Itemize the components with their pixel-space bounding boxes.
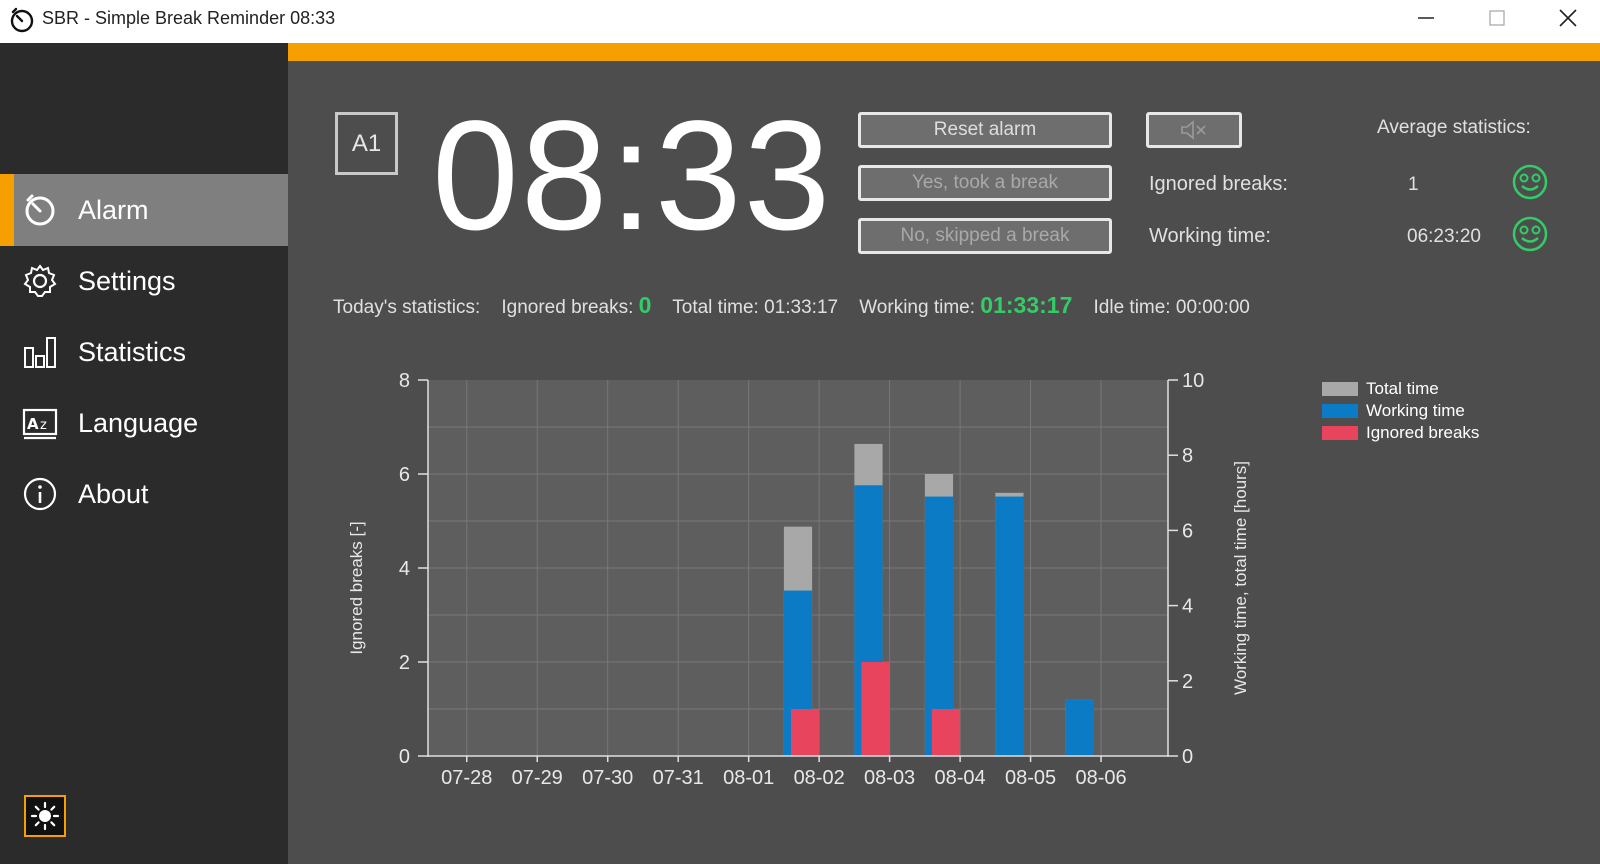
average-working-label: Working time:	[1149, 225, 1271, 247]
alarm-icon	[25, 194, 55, 226]
average-ignored-label: Ignored breaks:	[1149, 173, 1288, 195]
x-tick-label: 07-31	[653, 767, 704, 789]
x-tick-label: 07-29	[512, 767, 563, 789]
took-break-button[interactable]: Yes, took a break	[858, 165, 1112, 201]
x-tick-label: 08-01	[723, 767, 774, 789]
sidebar-item-label: About	[78, 478, 149, 509]
bar-ignored-breaks	[790, 709, 820, 756]
x-tick-label: 08-03	[864, 767, 915, 789]
legend-label: Working time	[1366, 401, 1465, 420]
alarm-badge: A1	[335, 112, 398, 175]
mute-button[interactable]	[1146, 112, 1242, 148]
sidebar-item-label: Settings	[78, 265, 176, 296]
today-total-label: Total time:	[672, 297, 759, 318]
gear-icon	[23, 264, 57, 297]
y-tick-label-left: 6	[399, 464, 410, 486]
title-bar: SBR - Simple Break Reminder 08:33	[0, 0, 1600, 43]
today-working-value: 01:33:17	[980, 292, 1073, 318]
today-label: Today's statistics:	[333, 297, 481, 318]
smiley-icon	[1512, 164, 1548, 200]
sidebar-item-language[interactable]: A z Language	[0, 387, 288, 459]
stopwatch-icon	[10, 7, 34, 33]
x-tick-label: 07-28	[441, 767, 492, 789]
legend-swatch	[1322, 426, 1358, 440]
skipped-break-button[interactable]: No, skipped a break	[858, 218, 1112, 254]
legend-swatch	[1322, 382, 1358, 396]
window-title: SBR - Simple Break Reminder 08:33	[42, 8, 336, 28]
x-tick-label: 08-05	[1005, 767, 1056, 789]
x-tick-label: 07-30	[582, 767, 633, 789]
legend-item-total: Total time	[1322, 378, 1479, 400]
x-tick-label: 08-04	[935, 767, 986, 789]
sidebar-item-about[interactable]: About	[0, 458, 288, 530]
theme-toggle-button[interactable]	[24, 795, 66, 837]
accent-bar	[288, 43, 1600, 61]
language-icon: A z	[22, 408, 58, 440]
maximize-button[interactable]	[1462, 0, 1532, 36]
y-tick-label-left: 8	[399, 370, 410, 392]
legend-swatch	[1322, 404, 1358, 418]
average-statistics-title: Average statistics:	[1377, 117, 1531, 138]
smiley-icon	[1512, 216, 1548, 252]
y-tick-label-right: 10	[1182, 370, 1204, 392]
sidebar-item-label: Alarm	[78, 194, 149, 225]
bar-chart-icon	[24, 337, 56, 368]
y-axis-label-right: Working time, total time [hours]	[1231, 461, 1250, 695]
chart-legend: Total time Working time Ignored breaks	[1322, 378, 1479, 444]
minimize-button[interactable]	[1391, 0, 1461, 36]
bar-ignored-breaks	[931, 709, 961, 756]
sidebar-item-settings[interactable]: Settings	[0, 245, 288, 317]
reset-alarm-button[interactable]: Reset alarm	[858, 112, 1112, 148]
sidebar: Alarm Settings Statistics A z Language A…	[0, 43, 288, 864]
bar-working-time	[995, 496, 1024, 756]
today-ignored-label: Ignored breaks:	[501, 297, 634, 318]
y-tick-label-right: 8	[1182, 445, 1193, 467]
x-tick-label: 08-02	[794, 767, 845, 789]
legend-item-working: Working time	[1322, 400, 1479, 422]
today-working-label: Working time:	[859, 297, 976, 318]
close-icon	[1559, 9, 1577, 27]
bar-ignored-breaks	[861, 662, 890, 756]
average-working-value: 06:23:20	[1407, 226, 1481, 247]
y-tick-label-left: 0	[399, 746, 410, 768]
legend-label: Total time	[1366, 379, 1439, 398]
sidebar-item-statistics[interactable]: Statistics	[0, 316, 288, 388]
y-tick-label-right: 0	[1182, 746, 1193, 768]
bar-working-time	[1065, 699, 1094, 756]
today-total-value: 01:33:17	[764, 297, 839, 318]
y-tick-label-left: 4	[399, 558, 410, 580]
today-idle-value: 00:00:00	[1175, 297, 1250, 318]
today-idle-label: Idle time:	[1093, 297, 1171, 318]
y-tick-label-left: 2	[399, 652, 410, 674]
legend-item-ignored: Ignored breaks	[1322, 422, 1479, 444]
today-ignored-value: 0	[638, 292, 652, 318]
sidebar-item-label: Statistics	[78, 336, 187, 367]
maximize-icon	[1489, 10, 1505, 26]
minimize-icon	[1418, 17, 1434, 19]
sidebar-item-alarm[interactable]: Alarm	[0, 174, 288, 246]
info-icon	[23, 477, 57, 511]
sun-icon	[30, 801, 60, 831]
speaker-muted-icon	[1181, 120, 1206, 140]
x-tick-label: 08-06	[1075, 767, 1126, 789]
today-statistics: Today's statistics: Ignored breaks: 0 To…	[333, 292, 1250, 319]
close-button[interactable]	[1533, 0, 1600, 36]
y-tick-label-right: 6	[1182, 520, 1193, 542]
countdown-clock: 08:33	[432, 89, 833, 263]
y-axis-label-left: Ignored breaks [-]	[347, 521, 366, 654]
average-ignored-value: 1	[1408, 174, 1419, 195]
y-tick-label-right: 2	[1182, 671, 1193, 693]
svg-text:z: z	[40, 418, 47, 433]
svg-text:A: A	[27, 415, 39, 433]
sidebar-item-label: Language	[78, 407, 199, 438]
y-tick-label-right: 4	[1182, 596, 1193, 618]
legend-label: Ignored breaks	[1366, 423, 1480, 442]
